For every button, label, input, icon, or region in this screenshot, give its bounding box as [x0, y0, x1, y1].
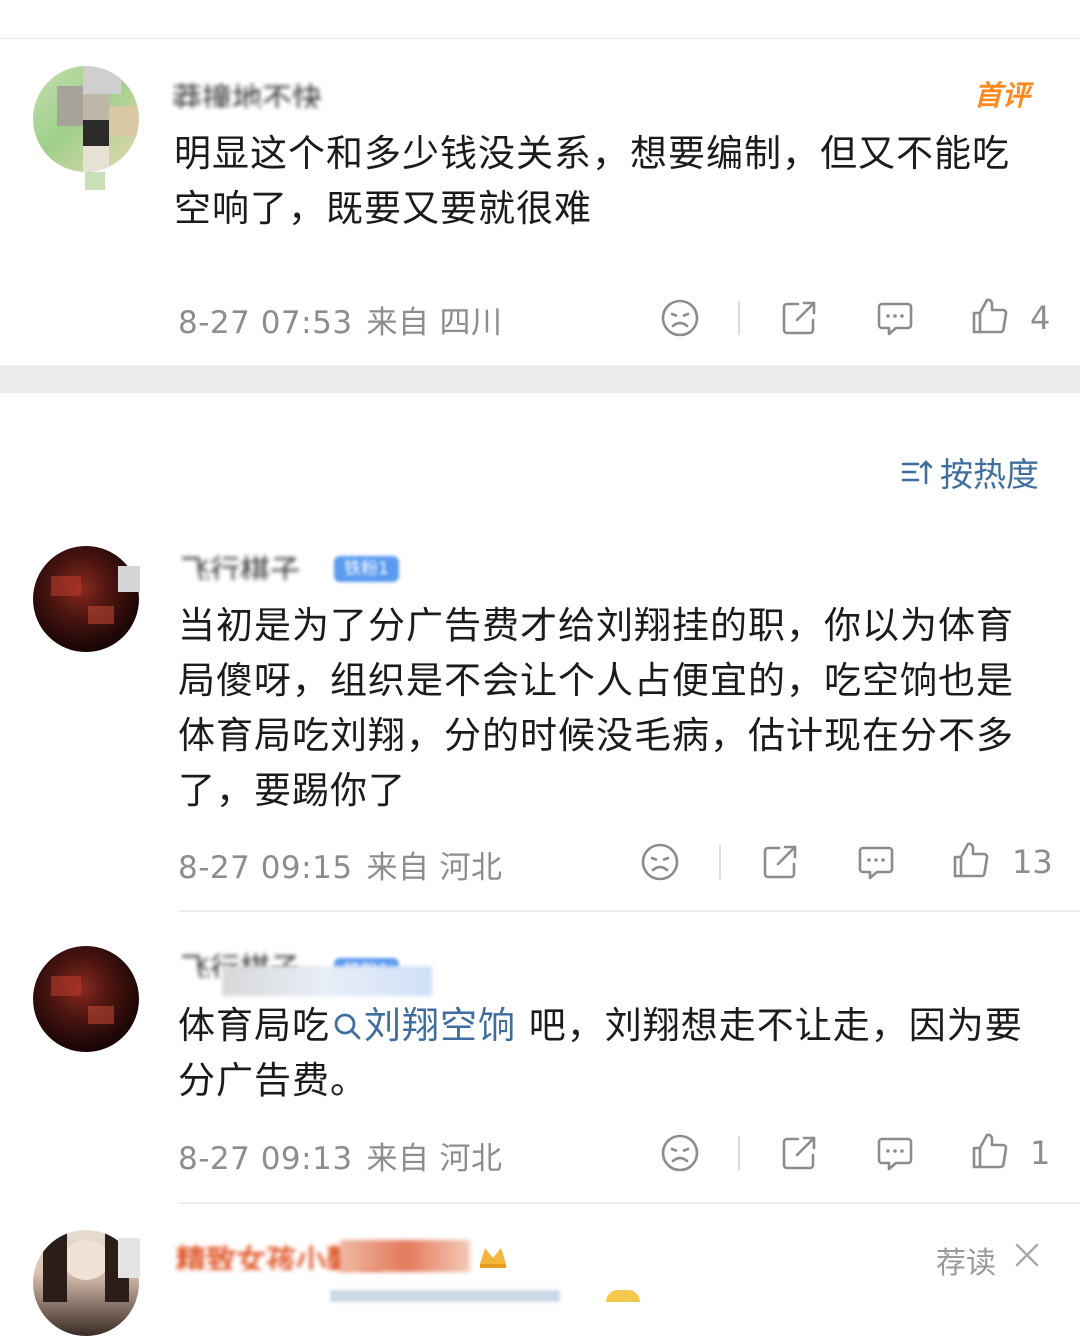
search-icon	[332, 1001, 362, 1040]
avatar-mosaic-tail	[85, 172, 105, 190]
location: 河北	[439, 850, 503, 886]
avatar[interactable]	[33, 66, 139, 172]
location: 四川	[439, 305, 503, 341]
thumbs-up-icon[interactable]	[950, 839, 992, 881]
next-text-fragment	[330, 1290, 560, 1302]
vip-icon	[476, 1238, 510, 1272]
timestamp: 8-27 09:13	[178, 1141, 353, 1177]
comment-meta: 8-27 07:53 来自 四川	[178, 297, 503, 342]
comment-text: 明显这个和多少钱没关系，想要编制，但又不能吃空响了，既要又要就很难	[174, 132, 1010, 230]
username[interactable]: 飞行棋子	[180, 546, 300, 580]
sort-label: 按热度	[940, 455, 1039, 494]
thumbs-up-icon[interactable]	[969, 1130, 1011, 1172]
first-comment-badge: 首评	[974, 79, 1031, 112]
thumbs-up-icon[interactable]	[969, 295, 1011, 337]
comment-icon[interactable]	[874, 1132, 916, 1174]
top-edge	[0, 0, 1080, 39]
dislike-face-icon[interactable]	[659, 297, 701, 339]
comment-meta: 8-27 09:13 来自 河北	[178, 1133, 503, 1178]
action-separator	[719, 845, 721, 879]
avatar-mosaic-tail	[118, 566, 140, 592]
comment-icon[interactable]	[855, 841, 897, 883]
fan-badge: 铁粉1	[334, 556, 399, 582]
topic-link-text: 刘翔空饷	[364, 1004, 516, 1047]
share-icon[interactable]	[778, 297, 820, 339]
like-count: 1	[1030, 1134, 1051, 1172]
username-mosaic	[340, 1240, 470, 1272]
reply-divider	[178, 1202, 1080, 1204]
comment-icon[interactable]	[874, 297, 916, 339]
action-separator	[738, 301, 740, 335]
sort-icon	[900, 455, 934, 489]
comment-text-before: 体育局吃	[178, 1004, 330, 1047]
close-icon[interactable]	[1012, 1240, 1042, 1270]
reply-divider	[178, 910, 1080, 912]
dislike-face-icon[interactable]	[659, 1132, 701, 1174]
comment-text: 当初是为了分广告费才给刘翔挂的职，你以为体育局傻呀，组织是不会让个人占便宜的，吃…	[178, 604, 1014, 812]
like-count: 4	[1030, 299, 1051, 337]
location-label: 来自	[366, 305, 430, 341]
emoji-fragment	[606, 1290, 640, 1302]
username-mosaic	[222, 966, 432, 996]
comment-meta: 8-27 09:15 来自 河北	[178, 842, 503, 887]
location: 河北	[439, 1141, 503, 1177]
action-separator	[738, 1136, 740, 1170]
sort-button[interactable]: 按热度	[900, 448, 1039, 496]
avatar[interactable]	[33, 546, 139, 652]
timestamp: 8-27 07:53	[178, 305, 353, 341]
timestamp: 8-27 09:15	[178, 850, 353, 886]
topic-link[interactable]: 刘翔空饷	[330, 1004, 516, 1047]
location-label: 来自	[366, 850, 430, 886]
location-label: 来自	[366, 1141, 430, 1177]
section-separator	[0, 365, 1080, 393]
dislike-face-icon[interactable]	[639, 841, 681, 883]
share-icon[interactable]	[759, 841, 801, 883]
share-icon[interactable]	[778, 1132, 820, 1174]
comment-text: 体育局吃 刘翔空饷 吧，刘翔想走不让走，因为要分广告费。	[178, 998, 1038, 1108]
username[interactable]: 莽撞地不快	[172, 74, 322, 108]
avatar[interactable]	[33, 946, 139, 1052]
recommend-label: 荐读	[936, 1246, 996, 1281]
avatar-mosaic-tail	[118, 1238, 140, 1278]
like-count: 13	[1012, 843, 1053, 881]
